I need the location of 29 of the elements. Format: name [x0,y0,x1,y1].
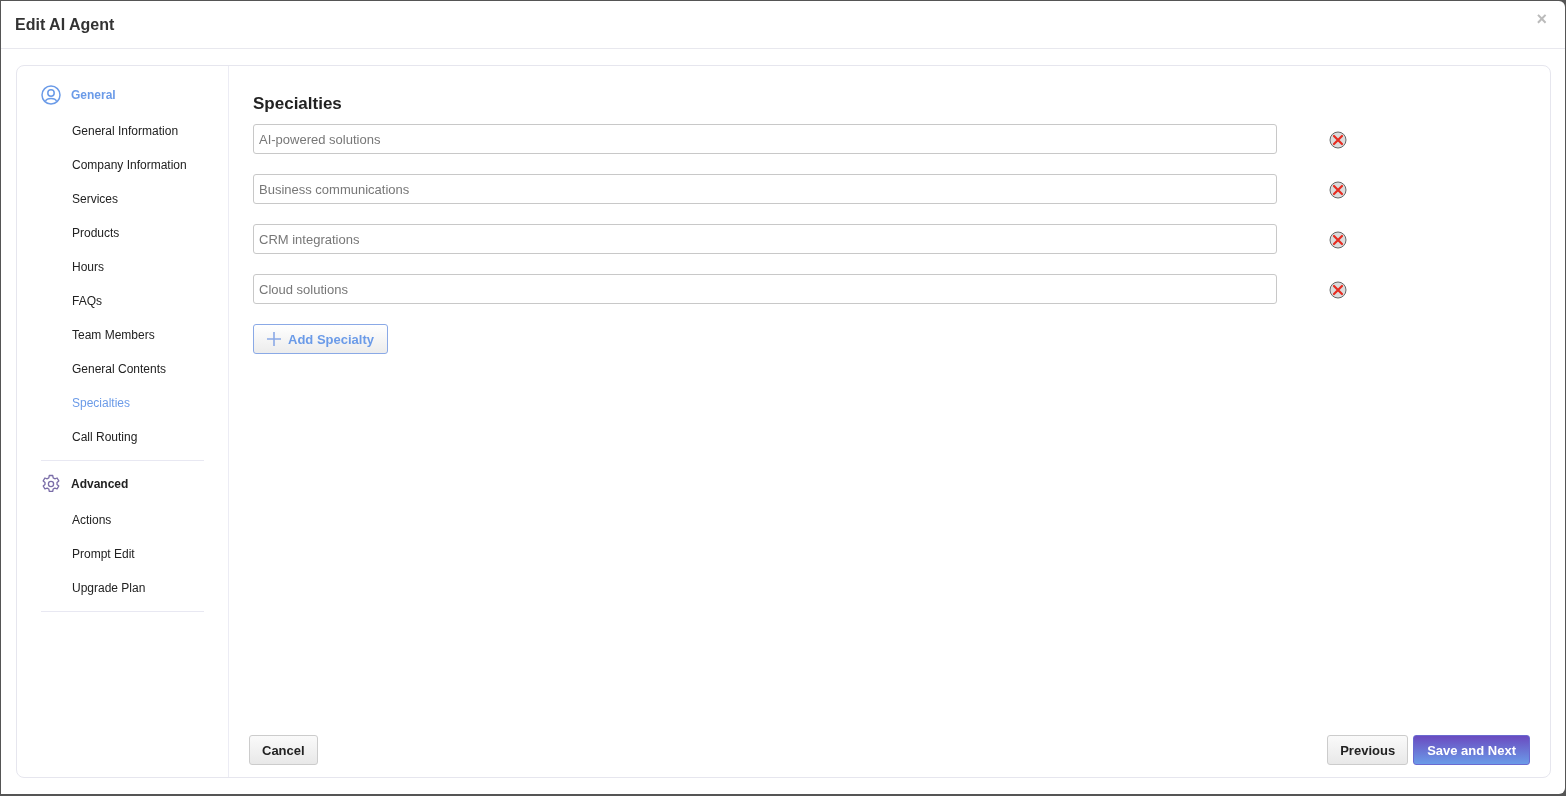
remove-icon[interactable] [1329,281,1347,299]
sidebar-item[interactable]: Products [41,216,204,250]
remove-icon[interactable] [1329,231,1347,249]
plus-icon [266,331,282,347]
sidebar-item[interactable]: General Contents [41,352,204,386]
sidebar-item[interactable]: Call Routing [41,420,204,454]
specialty-field[interactable]: CRM integrations [253,224,1277,254]
dialog-title: Edit AI Agent [15,15,115,34]
sidebar-item[interactable]: Hours [41,250,204,284]
sidebar-item[interactable]: Company Information [41,148,204,182]
gear-icon [41,474,61,494]
sidebar-item[interactable]: Team Members [41,318,204,352]
user-icon [41,85,61,105]
sidebar-item[interactable]: Upgrade Plan [41,571,204,605]
sidebar-item[interactable]: Prompt Edit [41,537,204,571]
sidebar-item[interactable]: Actions [41,503,204,537]
sidebar-item[interactable]: FAQs [41,284,204,318]
specialty-field[interactable]: Cloud solutions [253,274,1277,304]
section-title: Specialties [253,94,343,114]
specialty-field[interactable]: Business communications [253,174,1277,204]
specialty-field[interactable]: AI-powered solutions [253,124,1277,154]
remove-icon[interactable] [1329,131,1347,149]
sidebar-item[interactable]: General Information [41,114,204,148]
remove-icon[interactable] [1329,181,1347,199]
previous-button[interactable]: Previous [1327,735,1409,765]
sidebar-item[interactable]: Services [41,182,204,216]
sidebar-group[interactable]: Advanced [71,477,129,491]
cancel-button[interactable]: Cancel [249,735,318,765]
save-and-next-button[interactable]: Save and Next [1413,735,1530,765]
